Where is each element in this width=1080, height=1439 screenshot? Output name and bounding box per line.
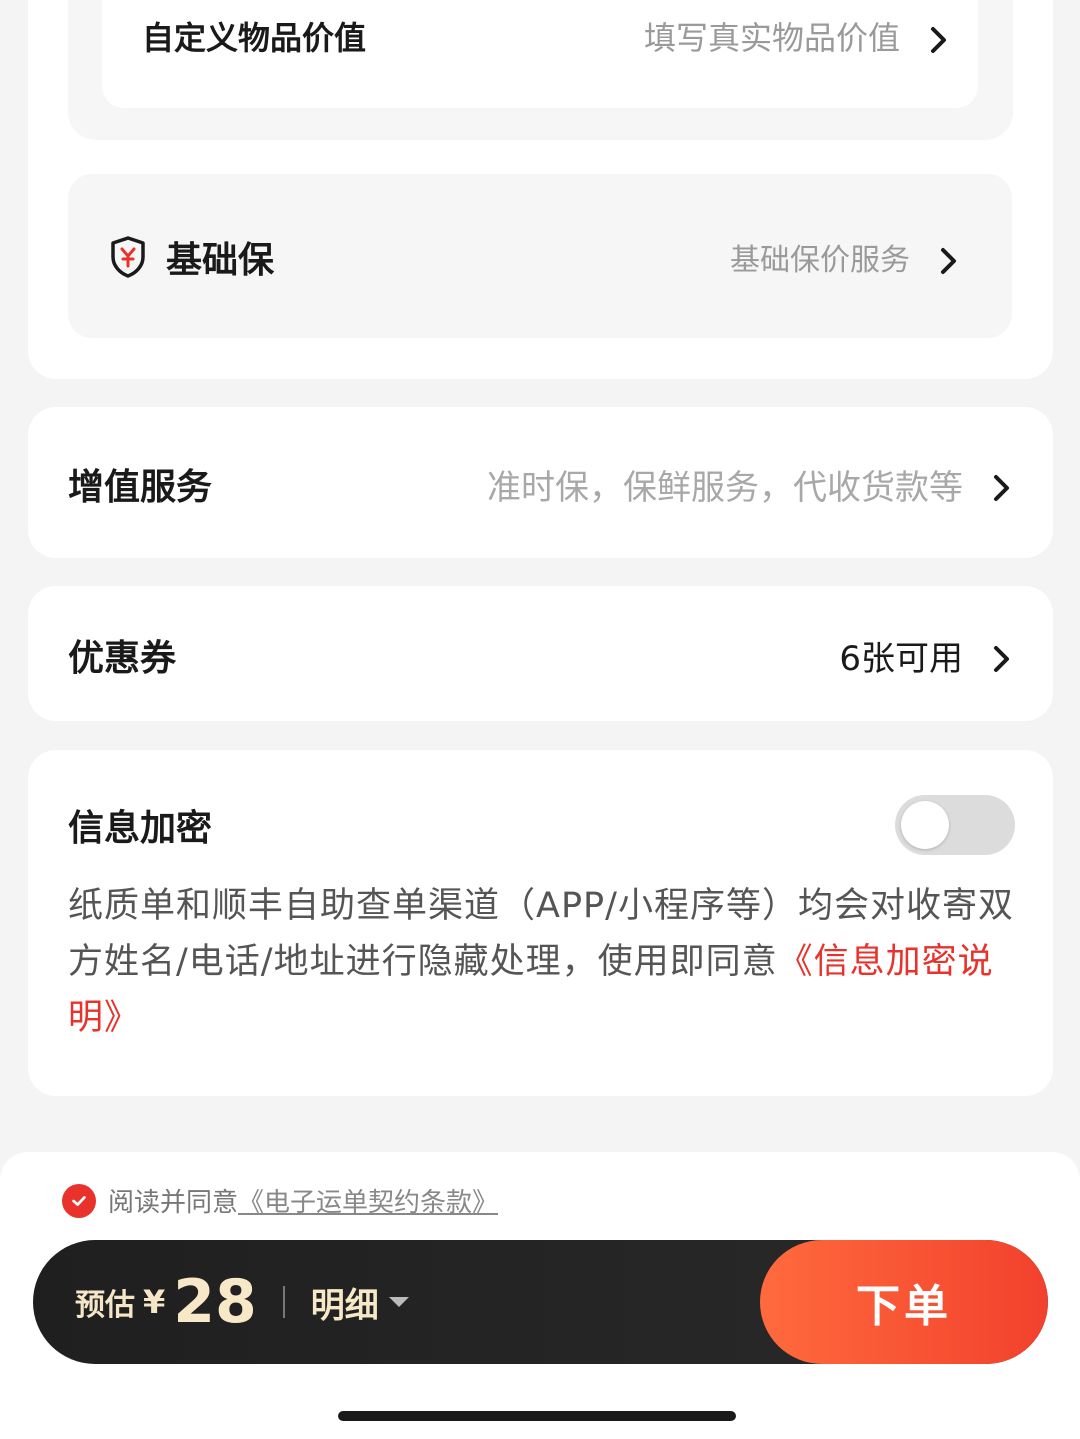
waybill-terms-link[interactable]: 《电子运单契约条款》	[238, 1182, 498, 1219]
currency-symbol: ¥	[143, 1283, 166, 1321]
estimate-label: 预估	[75, 1288, 135, 1323]
coupon-count: 6张可用	[839, 638, 963, 679]
declared-value-wrapper: 自定义物品价值 填写真实物品价值	[68, 0, 1013, 140]
price-area: 预估 ¥ 28 明细	[75, 1240, 409, 1364]
value-added-card[interactable]: 增值服务 准时保，保鲜服务，代收货款等	[28, 407, 1053, 558]
estimated-price: 28	[173, 1267, 257, 1337]
chevron-right-icon	[938, 246, 960, 274]
encryption-card: 信息加密 纸质单和顺丰自助查单渠道（APP/小程序等）均会对收寄双方姓名/电话/…	[28, 750, 1053, 1096]
encryption-row: 信息加密	[68, 794, 1015, 856]
chevron-right-icon	[928, 25, 950, 53]
coupon-row[interactable]: 优惠券 6张可用	[68, 630, 1013, 680]
divider	[282, 1286, 285, 1318]
basic-insurance-hint: 基础保价服务	[730, 243, 910, 278]
encryption-toggle[interactable]	[895, 795, 1015, 855]
custom-value-box[interactable]: 自定义物品价值 填写真实物品价值	[102, 0, 978, 108]
encryption-label: 信息加密	[68, 808, 213, 849]
order-bar: 预估 ¥ 28 明细 下单	[33, 1240, 1048, 1364]
value-added-label: 增值服务	[68, 467, 213, 508]
custom-value-hint: 填写真实物品价值	[643, 19, 900, 57]
home-indicator	[338, 1411, 736, 1421]
toggle-knob	[901, 801, 949, 849]
agreement-row: 阅读并同意 《电子运单契约条款》	[62, 1182, 498, 1219]
value-added-hint: 准时保，保鲜服务，代收货款等	[487, 467, 963, 508]
caret-down-icon[interactable]	[388, 1297, 409, 1307]
coupon-label: 优惠券	[68, 638, 177, 679]
bottom-order-panel: 阅读并同意 《电子运单契约条款》 预估 ¥ 28 明细 下单	[0, 1152, 1080, 1439]
encryption-description: 纸质单和顺丰自助查单渠道（APP/小程序等）均会对收寄双方姓名/电话/地址进行隐…	[68, 878, 1017, 1046]
value-added-row[interactable]: 增值服务 准时保，保鲜服务，代收货款等	[68, 459, 1013, 509]
basic-insurance-row[interactable]: 基础保 基础保价服务	[108, 232, 960, 282]
agreement-checkbox[interactable]	[62, 1183, 96, 1218]
agreement-text: 阅读并同意	[108, 1188, 239, 1218]
basic-insurance-label: 基础保	[166, 240, 275, 281]
place-order-button[interactable]: 下单	[760, 1240, 1048, 1364]
shield-yen-icon	[108, 235, 148, 279]
custom-value-label: 自定义物品价值	[142, 19, 367, 57]
coupon-card[interactable]: 优惠券 6张可用	[28, 586, 1053, 721]
declared-value-card: 自定义物品价值 填写真实物品价值 基础保 基础保价服务	[28, 0, 1053, 379]
custom-value-row[interactable]: 自定义物品价值 填写真实物品价值	[142, 12, 950, 60]
price-detail-button[interactable]: 明细	[311, 1278, 379, 1327]
chevron-right-icon	[991, 473, 1013, 501]
chevron-right-icon	[991, 644, 1013, 672]
basic-insurance-box[interactable]: 基础保 基础保价服务	[68, 174, 1012, 338]
